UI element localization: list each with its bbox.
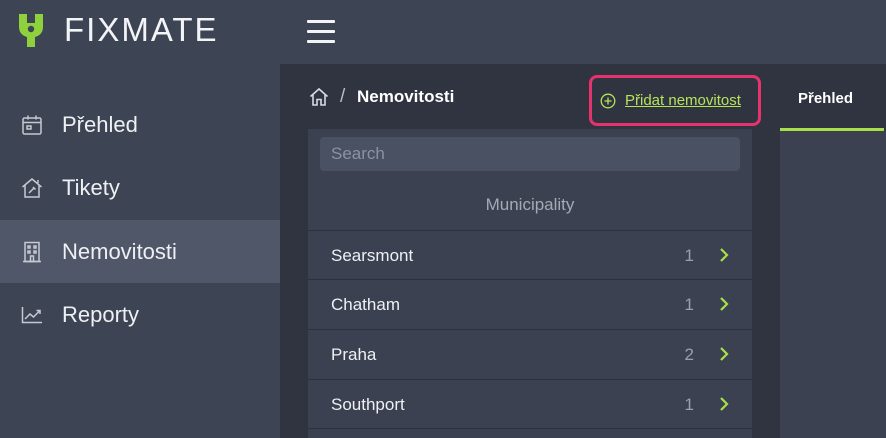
list-item[interactable]: Southport 1	[308, 379, 752, 428]
chevron-right-icon	[720, 248, 729, 262]
property-count: 1	[684, 246, 694, 265]
top-bar: FIXMATE	[0, 0, 886, 64]
breadcrumb-separator: /	[340, 86, 346, 107]
home-icon[interactable]	[309, 87, 329, 107]
municipality-list-panel: Municipality Searsmont 1 Chatham 1 Praha…	[308, 129, 752, 438]
hamburger-line	[307, 30, 335, 33]
fixmate-logo-icon[interactable]	[14, 11, 48, 49]
sidebar-item-label: Nemovitosti	[62, 238, 177, 264]
municipality-name: Southport	[331, 395, 405, 414]
hamburger-line	[307, 20, 335, 23]
page-title: Nemovitosti	[357, 87, 455, 106]
list-item[interactable]: Searsmont 1	[308, 230, 752, 279]
municipality-name: Chatham	[331, 295, 400, 314]
house-tools-icon	[22, 177, 42, 198]
property-count: 2	[684, 345, 694, 364]
chevron-right-icon	[720, 297, 729, 311]
add-property-button[interactable]: Přidat nemovitost	[589, 75, 761, 126]
search-input[interactable]	[320, 137, 740, 171]
plus-circle-icon	[600, 93, 616, 109]
menu-toggle-button[interactable]	[307, 20, 335, 43]
chevron-right-icon	[720, 347, 729, 361]
column-header-municipality: Municipality	[485, 195, 575, 214]
list-item-partial	[308, 428, 752, 438]
hamburger-line	[307, 40, 335, 43]
property-count: 1	[684, 395, 694, 414]
tab-prehled[interactable]: Přehled	[780, 76, 886, 131]
municipality-name: Praha	[331, 345, 377, 364]
sidebar-item-label: Reporty	[62, 301, 140, 327]
sidebar: Přehled Tikety Nemovitosti Reporty	[0, 64, 280, 438]
property-count: 1	[684, 295, 694, 314]
calendar-icon	[22, 115, 42, 135]
list-item[interactable]: Chatham 1	[308, 279, 752, 328]
chevron-right-icon	[720, 397, 729, 411]
chart-line-icon	[21, 306, 42, 323]
building-icon	[23, 241, 41, 262]
app-brand: FIXMATE	[64, 11, 219, 48]
sidebar-item-label: Tikety	[62, 174, 120, 200]
detail-panel	[780, 131, 886, 438]
tab-label: Přehled	[798, 90, 854, 107]
sidebar-item-prehled[interactable]: Přehled	[0, 93, 280, 156]
add-property-label: Přidat nemovitost	[625, 92, 741, 109]
sidebar-item-label: Přehled	[62, 111, 138, 137]
sidebar-item-reporty[interactable]: Reporty	[0, 283, 280, 346]
list-item[interactable]: Praha 2	[308, 329, 752, 378]
municipality-name: Searsmont	[331, 246, 414, 265]
sidebar-item-nemovitosti[interactable]: Nemovitosti	[0, 220, 280, 283]
sidebar-item-tikety[interactable]: Tikety	[0, 156, 280, 219]
